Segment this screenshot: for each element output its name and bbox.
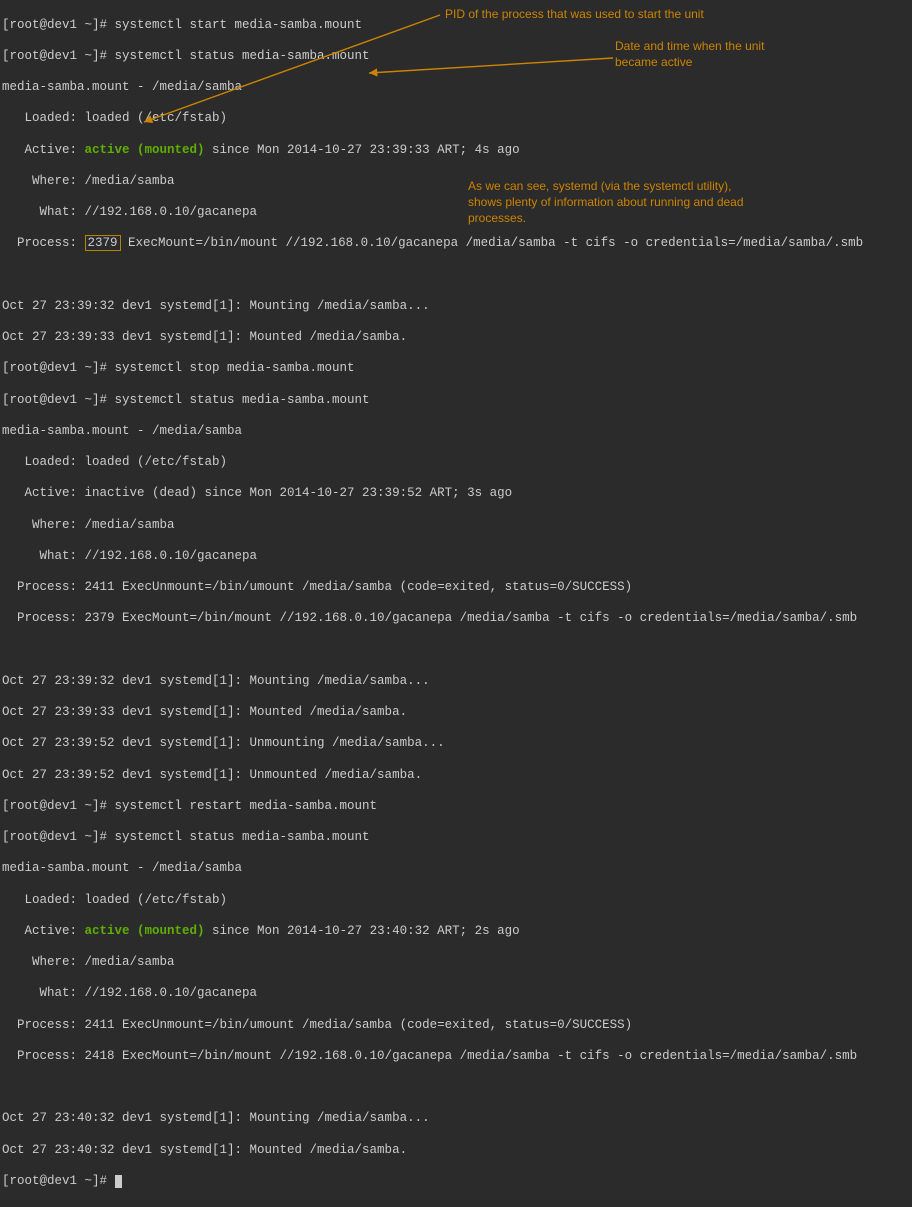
process-line: Process: 2379 ExecMount=/bin/mount //192… [2,611,910,627]
log-line: Oct 27 23:39:33 dev1 systemd[1]: Mounted… [2,705,910,721]
prompt-line: [root@dev1 ~]# systemctl status media-sa… [2,393,910,409]
active-line: Active: active (mounted) since Mon 2014-… [2,924,910,940]
shell-prompt: [root@dev1 ~]# [2,1174,115,1188]
loaded-line: Loaded: loaded (/etc/fstab) [2,455,910,471]
active-state: active (mounted) [85,924,205,938]
annotation-date: Date and time when the unit became activ… [615,38,764,70]
process-line: Process: 2379 ExecMount=/bin/mount //192… [2,236,910,252]
unit-title: media-samba.mount - /media/samba [2,80,910,96]
where-line: Where: /media/samba [2,518,910,534]
annotation-pid: PID of the process that was used to star… [445,6,704,22]
active-label: Active: [2,143,85,157]
log-line: Oct 27 23:39:33 dev1 systemd[1]: Mounted… [2,330,910,346]
prompt-line: [root@dev1 ~]# systemctl stop media-samb… [2,361,910,377]
prompt-line: [root@dev1 ~]# systemctl status media-sa… [2,830,910,846]
cursor-icon[interactable] [115,1175,122,1188]
unit-title: media-samba.mount - /media/samba [2,424,910,440]
active-line: Active: inactive (dead) since Mon 2014-1… [2,486,910,502]
active-label: Active: [2,924,85,938]
process-line: Process: 2418 ExecMount=/bin/mount //192… [2,1049,910,1065]
process-line: Process: 2411 ExecUnmount=/bin/umount /m… [2,580,910,596]
what-line: What: //192.168.0.10/gacanepa [2,986,910,1002]
active-state: active (mounted) [85,143,205,157]
what-line: What: //192.168.0.10/gacanepa [2,205,910,221]
prompt-line: [root@dev1 ~]# systemctl restart media-s… [2,799,910,815]
loaded-line: Loaded: loaded (/etc/fstab) [2,893,910,909]
unit-title: media-samba.mount - /media/samba [2,861,910,877]
where-line: Where: /media/samba [2,955,910,971]
blank-line [2,268,910,284]
log-line: Oct 27 23:39:32 dev1 systemd[1]: Mountin… [2,674,910,690]
where-line: Where: /media/samba [2,174,910,190]
process-line: Process: 2411 ExecUnmount=/bin/umount /m… [2,1018,910,1034]
process-label: Process: [2,236,85,250]
active-line: Active: active (mounted) since Mon 2014-… [2,143,910,159]
process-cmd: ExecMount=/bin/mount //192.168.0.10/gaca… [121,236,864,250]
loaded-line: Loaded: loaded (/etc/fstab) [2,111,910,127]
active-since: since Mon 2014-10-27 23:40:32 ART; 2s ag… [205,924,520,938]
annotation-note: As we can see, systemd (via the systemct… [468,178,744,227]
log-line: Oct 27 23:39:52 dev1 systemd[1]: Unmount… [2,736,910,752]
prompt-line: [root@dev1 ~]# systemctl status media-sa… [2,49,910,65]
blank-line [2,1080,910,1096]
what-line: What: //192.168.0.10/gacanepa [2,549,910,565]
prompt-line: [root@dev1 ~]# [2,1174,910,1190]
active-since: since Mon 2014-10-27 23:39:33 ART; 4s ag… [205,143,520,157]
log-line: Oct 27 23:40:32 dev1 systemd[1]: Mountin… [2,1111,910,1127]
terminal-window[interactable]: [root@dev1 ~]# systemctl start media-sam… [0,0,912,1207]
log-line: Oct 27 23:39:52 dev1 systemd[1]: Unmount… [2,768,910,784]
log-line: Oct 27 23:39:32 dev1 systemd[1]: Mountin… [2,299,910,315]
log-line: Oct 27 23:40:32 dev1 systemd[1]: Mounted… [2,1143,910,1159]
blank-line [2,643,910,659]
pid-highlight: 2379 [85,235,121,251]
